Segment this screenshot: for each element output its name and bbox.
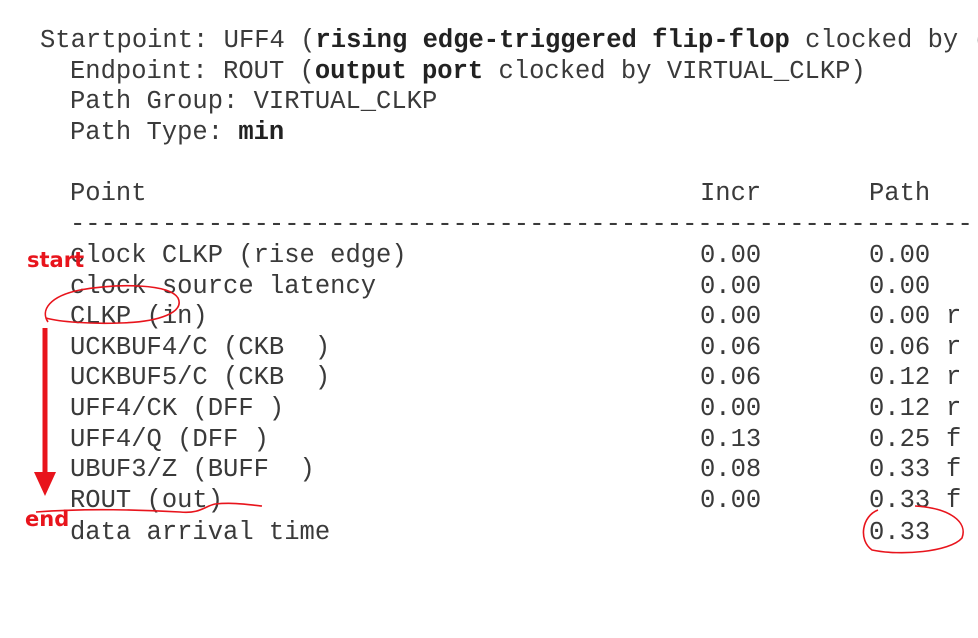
rout-underline <box>35 502 263 514</box>
arrival-circle-icon <box>862 505 964 554</box>
start-annotation: start <box>27 248 85 272</box>
annotation-overlay <box>34 284 964 554</box>
end-annotation: end <box>25 507 70 531</box>
clkp-circle-icon <box>44 284 180 325</box>
down-arrow-head-icon <box>34 472 56 496</box>
